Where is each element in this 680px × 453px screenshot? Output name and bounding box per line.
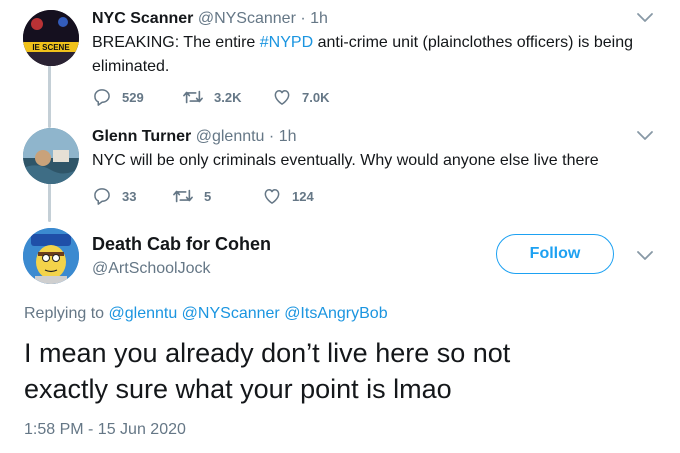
timestamp[interactable]: 1h [310,10,328,27]
tweet-text-part: BREAKING: The entire [92,34,260,51]
display-name[interactable]: Death Cab for Cohen [92,234,271,254]
reply-icon [94,89,110,106]
avatar-image [23,228,79,284]
avatar-image [23,128,79,184]
avatar-tape-text: IE SCENE [32,43,70,52]
handle[interactable]: @glenntu [196,128,265,145]
separator: · [268,128,275,145]
reply-icon [94,188,110,205]
separator: · [300,10,306,27]
retweet-icon [183,90,203,104]
tweet-header: Glenn Turner @glenntu · 1h [92,128,296,146]
thread-line [48,64,51,128]
chevron-down-icon[interactable] [636,12,654,24]
like-count: 7.0K [302,89,330,105]
avatar[interactable]: IE SCENE [23,10,79,66]
retweet-count: 3.2K [214,89,242,105]
avatar[interactable] [23,128,79,184]
tweet-text: BREAKING: The entire #NYPD anti-crime un… [92,31,652,79]
like-count: 124 [292,188,314,204]
like-button[interactable]: 7.0K [272,87,362,107]
tweet-text-line: I mean you already don’t live here so no… [24,338,511,368]
hashtag-link[interactable]: #NYPD [260,34,313,51]
replying-to-prefix: Replying to [24,305,109,322]
handle[interactable]: @NYScanner [198,10,296,27]
thread-line [48,182,51,222]
retweet-button[interactable]: 3.2K [182,87,272,107]
display-name[interactable]: Glenn Turner [92,128,191,145]
display-name[interactable]: NYC Scanner [92,10,193,27]
tweet-timestamp[interactable]: 1:58 PM - 15 Jun 2020 [24,421,186,439]
retweet-count: 5 [204,188,212,204]
tweet-header: NYC Scanner @NYScanner · 1h [92,10,328,28]
reply-button[interactable]: 33 [92,186,172,206]
tweet-text-part: anti-crime unit (plainclothes officers) … [313,34,633,51]
handle[interactable]: @ArtSchoolJock [92,260,211,278]
timestamp[interactable]: 1h [279,128,297,145]
avatar[interactable] [23,228,79,284]
like-button[interactable]: 124 [262,186,352,206]
mentioned-handles-link[interactable]: @glenntu @NYScanner @ItsAngryBob [109,305,388,322]
tweet-text-part: eliminated. [92,58,170,75]
reply-count: 529 [122,89,144,105]
retweet-icon [173,189,193,203]
avatar-image: IE SCENE [23,10,79,66]
like-icon [274,90,290,105]
reply-button[interactable]: 529 [92,87,182,107]
replying-to: Replying to @glenntu @NYScanner @ItsAngr… [24,305,388,323]
tweet-actions: 33 5 124 [92,186,352,206]
tweet-text: NYC will be only criminals eventually. W… [92,152,599,169]
follow-button[interactable]: Follow [496,234,614,274]
reply-count: 33 [122,188,137,204]
tweet-text-line: exactly sure what your point is lmao [24,374,452,404]
tweet-actions: 529 3.2K 7.0K [92,87,362,107]
like-icon [264,189,280,204]
retweet-button[interactable]: 5 [172,186,262,206]
chevron-down-icon[interactable] [636,130,654,142]
focused-tweet-text: I mean you already don’t live here so no… [24,335,664,407]
chevron-down-icon[interactable] [636,250,654,262]
focused-display-name[interactable]: Death Cab for Cohen [92,234,271,255]
